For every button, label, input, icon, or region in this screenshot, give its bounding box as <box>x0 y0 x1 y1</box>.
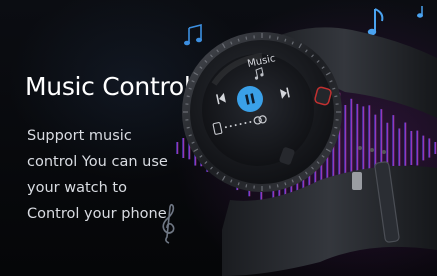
bezel-tick <box>186 126 190 129</box>
bezel-tick <box>334 95 338 98</box>
bezel-tick <box>276 184 279 188</box>
smartwatch: Music <box>182 27 437 276</box>
bezel-tick <box>186 95 190 98</box>
bezel-tick <box>276 36 279 40</box>
bezel-tick <box>245 184 248 188</box>
music-control-banner: Music Control Support music control You … <box>0 0 437 276</box>
bezel-tick <box>245 36 248 40</box>
pause-button <box>237 86 263 112</box>
bezel-tick <box>334 126 338 129</box>
watch-screen <box>202 54 314 166</box>
